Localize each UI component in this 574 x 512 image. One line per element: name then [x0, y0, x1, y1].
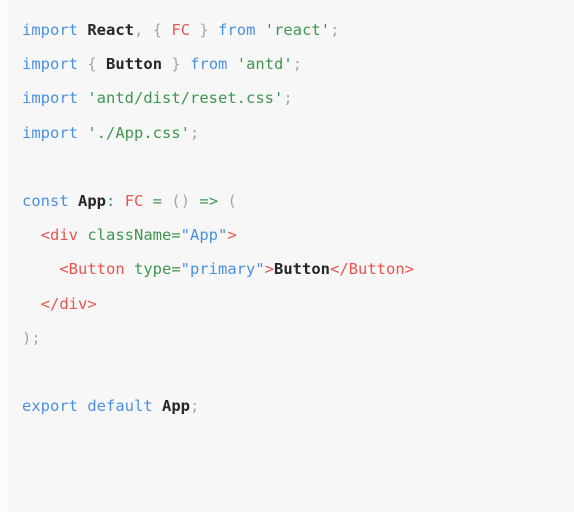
- code-token-operator: =: [152, 191, 163, 210]
- code-token-type: FC: [171, 21, 191, 39]
- code-token-operator: =>: [199, 191, 219, 210]
- code-token-tag: <div: [40, 226, 78, 245]
- code-token-punct: }: [171, 55, 181, 74]
- code-token-keyword: import: [22, 21, 78, 39]
- code-token-keyword: import: [22, 89, 78, 108]
- code-token-punct: (): [171, 191, 191, 210]
- code-token-tag: >: [227, 226, 237, 245]
- code-token-keyword: const: [22, 191, 69, 210]
- code-token-keyword: from: [218, 21, 256, 39]
- code-token-attrval: "App": [180, 226, 228, 245]
- code-token-punct: ;: [330, 21, 340, 39]
- code-token-operator: :: [106, 191, 116, 210]
- code-token-keyword: export: [22, 397, 78, 416]
- code-token-attr: type=: [134, 260, 181, 279]
- code-block: import React, { FC } from 'react'; import…: [0, 0, 574, 512]
- code-token-tag: <Button: [59, 260, 125, 279]
- code-token-keyword: import: [22, 55, 78, 74]
- code-token-punct: {: [152, 21, 163, 39]
- code-token-punct: ;: [31, 328, 41, 347]
- code-line: <div className="App">: [0, 218, 574, 252]
- code-line: import { Button } from 'antd';: [0, 47, 574, 81]
- code-token-punct: {: [87, 55, 97, 74]
- code-token-punct: ;: [292, 55, 303, 74]
- code-token-punct: ;: [283, 89, 293, 108]
- code-token-keyword: import: [22, 123, 78, 142]
- code-token-attrval: "primary": [180, 260, 265, 279]
- code-line: );: [0, 321, 574, 355]
- code-token-tag: </div>: [40, 294, 97, 313]
- code-token-ident: App: [78, 191, 107, 210]
- code-token-keyword: default: [87, 397, 153, 416]
- code-token-punct: }: [199, 21, 209, 39]
- code-line: export default App;: [0, 389, 574, 423]
- code-token-punct: (: [227, 191, 237, 210]
- code-token-tag: </Button>: [330, 260, 415, 279]
- code-line: import 'antd/dist/reset.css';: [0, 81, 574, 115]
- code-token-text: Button: [274, 260, 331, 279]
- code-token-string: 'antd/dist/reset.css': [87, 89, 284, 108]
- code-token-ident: React: [87, 21, 135, 39]
- code-token-ident: App: [162, 397, 191, 416]
- code-token-punct: ,: [134, 21, 144, 39]
- code-line: import React, { FC } from 'react';: [0, 13, 574, 47]
- code-token-ident: Button: [106, 55, 163, 74]
- code-token-attr: className=: [87, 226, 181, 245]
- code-token-string: 'react': [264, 21, 331, 39]
- code-token-string: './App.css': [87, 123, 190, 142]
- code-token-keyword: from: [190, 55, 228, 74]
- code-token-string: 'antd': [236, 55, 293, 74]
- code-token-type: FC: [124, 191, 144, 210]
- code-token-tag: >: [264, 260, 275, 279]
- code-line: const App: FC = () => (: [0, 184, 574, 218]
- code-token-punct: ;: [190, 397, 200, 416]
- code-token-punct: ): [22, 328, 32, 347]
- code-line: <Button type="primary">Button</Button>: [0, 252, 574, 286]
- code-token-punct: ;: [190, 123, 200, 142]
- code-line: </div>: [0, 287, 574, 321]
- code-line: import './App.css';: [0, 116, 574, 150]
